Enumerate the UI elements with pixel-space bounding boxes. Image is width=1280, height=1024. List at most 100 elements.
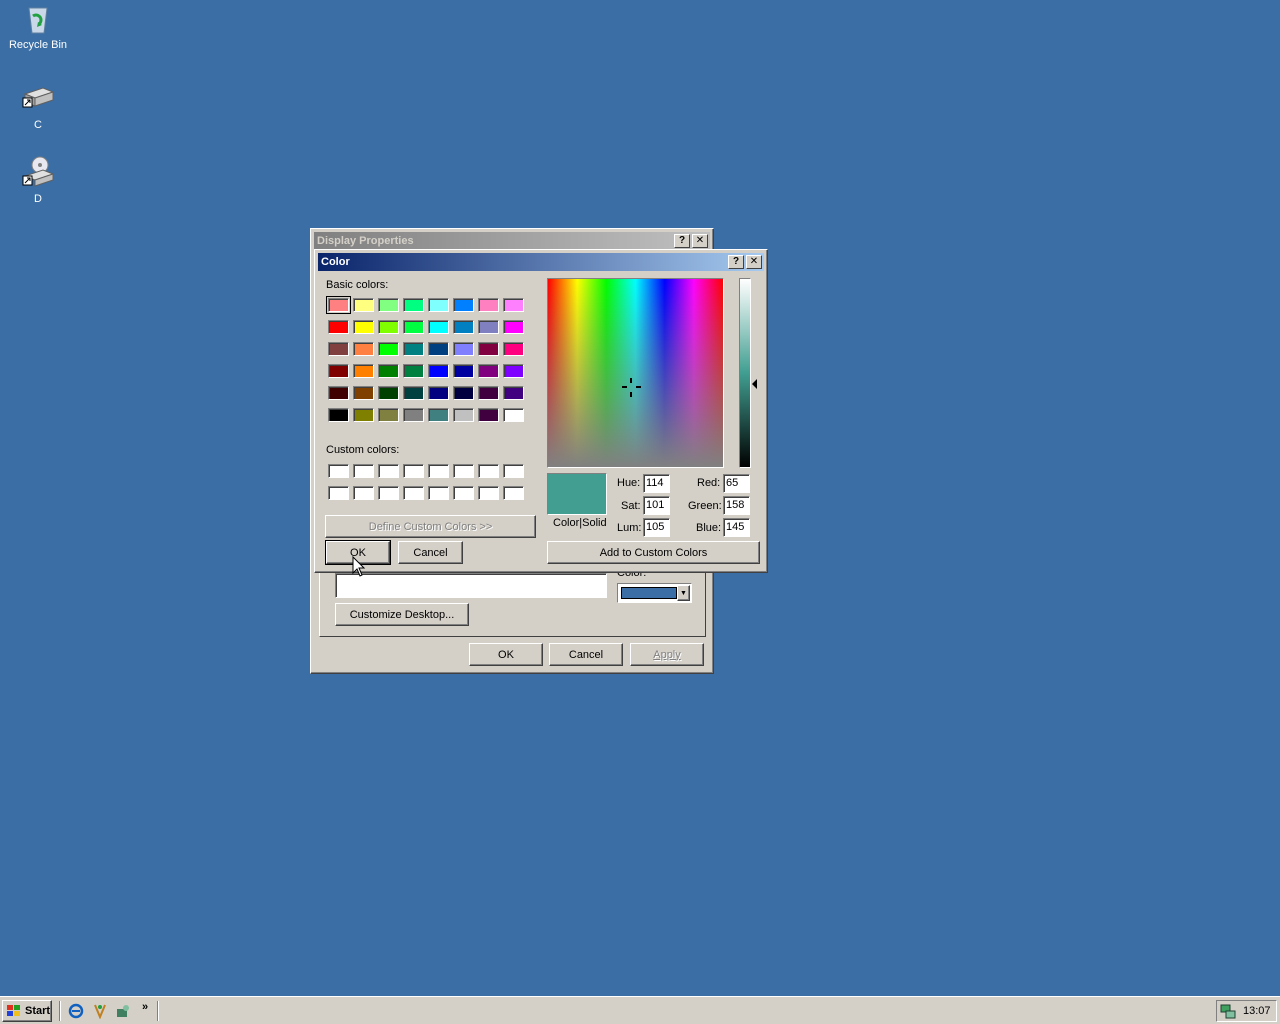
display-properties-titlebar[interactable]: Display Properties ? ✕ (314, 232, 710, 250)
custom-color-swatch[interactable] (403, 464, 424, 478)
ie-icon[interactable] (68, 1003, 84, 1019)
custom-color-swatch[interactable] (503, 464, 524, 478)
basic-color-swatch[interactable] (378, 408, 399, 422)
basic-color-swatch[interactable] (403, 386, 424, 400)
basic-color-swatch[interactable] (478, 408, 499, 422)
basic-color-swatch[interactable] (503, 386, 524, 400)
desktop-icon-c[interactable]: C (0, 82, 76, 131)
basic-color-swatch[interactable] (453, 342, 474, 356)
basic-color-swatch[interactable] (403, 364, 424, 378)
blue-field[interactable]: 145 (723, 518, 750, 537)
define-custom-colors-button[interactable]: Define Custom Colors >> (325, 515, 536, 538)
custom-color-swatch[interactable] (378, 464, 399, 478)
customize-desktop-button[interactable]: Customize Desktop... (335, 603, 469, 626)
basic-color-swatch[interactable] (378, 342, 399, 356)
custom-color-swatch[interactable] (428, 464, 449, 478)
color-dialog-titlebar[interactable]: Color ? ✕ (318, 253, 764, 271)
luminance-arrow-icon[interactable] (752, 379, 757, 389)
custom-color-swatch[interactable] (378, 486, 399, 500)
basic-color-swatch[interactable] (378, 386, 399, 400)
basic-color-swatch[interactable] (453, 298, 474, 312)
basic-color-swatch[interactable] (428, 320, 449, 334)
basic-color-swatch[interactable] (478, 320, 499, 334)
clock[interactable]: 13:07 (1243, 1005, 1271, 1017)
custom-color-swatch[interactable] (328, 486, 349, 500)
basic-color-swatch[interactable] (403, 342, 424, 356)
cancel-button[interactable]: Cancel (398, 541, 463, 564)
help-button[interactable]: ? (674, 234, 690, 248)
basic-color-swatch[interactable] (353, 408, 374, 422)
basic-color-swatch[interactable] (503, 298, 524, 312)
basic-color-swatch[interactable] (378, 320, 399, 334)
sat-field[interactable]: 101 (643, 496, 670, 515)
basic-color-swatch[interactable] (378, 364, 399, 378)
custom-color-swatch[interactable] (453, 486, 474, 500)
basic-color-swatch[interactable] (453, 320, 474, 334)
basic-color-swatch[interactable] (428, 298, 449, 312)
basic-color-swatch[interactable] (503, 408, 524, 422)
basic-color-swatch[interactable] (403, 408, 424, 422)
background-list-bottom[interactable] (335, 573, 607, 598)
desktop-icon-recycle-bin[interactable]: Recycle Bin (0, 2, 76, 51)
custom-color-swatch[interactable] (503, 486, 524, 500)
basic-color-swatch[interactable] (378, 298, 399, 312)
basic-color-swatch[interactable] (503, 320, 524, 334)
green-field[interactable]: 158 (723, 496, 750, 515)
help-button[interactable]: ? (728, 255, 744, 269)
window-title: Display Properties (317, 235, 414, 247)
basic-color-swatch[interactable] (453, 386, 474, 400)
start-button[interactable]: Start (2, 1000, 52, 1022)
basic-color-swatch[interactable] (478, 298, 499, 312)
basic-color-swatch[interactable] (328, 364, 349, 378)
color-spectrum[interactable] (547, 278, 724, 468)
basic-color-swatch[interactable] (326, 296, 351, 314)
basic-color-swatch[interactable] (353, 364, 374, 378)
outlook-icon[interactable] (92, 1003, 108, 1020)
close-button[interactable]: ✕ (746, 255, 762, 269)
custom-color-swatch[interactable] (428, 486, 449, 500)
red-field[interactable]: 65 (723, 474, 750, 493)
chevron-down-icon[interactable]: ▼ (677, 585, 690, 601)
cancel-button[interactable]: Cancel (549, 643, 623, 666)
basic-color-swatch[interactable] (328, 386, 349, 400)
custom-color-swatch[interactable] (478, 486, 499, 500)
custom-color-swatch[interactable] (328, 464, 349, 478)
basic-color-swatch[interactable] (503, 342, 524, 356)
desktop-icon-d[interactable]: D (0, 156, 76, 205)
basic-color-swatch[interactable] (403, 298, 424, 312)
basic-color-swatch[interactable] (453, 364, 474, 378)
quick-launch-chevron[interactable]: » (142, 1001, 148, 1013)
basic-color-swatch[interactable] (353, 298, 374, 312)
add-to-custom-colors-button[interactable]: Add to Custom Colors (547, 541, 760, 564)
lum-field[interactable]: 105 (643, 518, 670, 537)
apply-button[interactable]: Apply (630, 643, 704, 666)
basic-color-swatch[interactable] (428, 364, 449, 378)
basic-color-swatch[interactable] (503, 364, 524, 378)
basic-color-swatch[interactable] (353, 386, 374, 400)
color-picker-combo[interactable]: ▼ (617, 583, 692, 603)
basic-color-swatch[interactable] (403, 320, 424, 334)
luminance-slider[interactable] (739, 278, 751, 468)
basic-color-swatch[interactable] (428, 342, 449, 356)
basic-color-swatch[interactable] (478, 386, 499, 400)
tool-icon[interactable] (115, 1003, 131, 1019)
basic-color-swatch[interactable] (353, 320, 374, 334)
basic-color-swatch[interactable] (328, 342, 349, 356)
basic-color-swatch[interactable] (353, 342, 374, 356)
basic-color-swatch[interactable] (428, 386, 449, 400)
custom-color-swatch[interactable] (353, 486, 374, 500)
custom-color-swatch[interactable] (453, 464, 474, 478)
custom-color-swatch[interactable] (478, 464, 499, 478)
basic-color-swatch[interactable] (328, 408, 349, 422)
network-tray-icon[interactable] (1220, 1003, 1236, 1019)
custom-color-swatch[interactable] (403, 486, 424, 500)
basic-color-swatch[interactable] (478, 342, 499, 356)
ok-button[interactable]: OK (469, 643, 543, 666)
custom-color-swatch[interactable] (353, 464, 374, 478)
basic-color-swatch[interactable] (453, 408, 474, 422)
close-button[interactable]: ✕ (692, 234, 708, 248)
basic-color-swatch[interactable] (478, 364, 499, 378)
basic-color-swatch[interactable] (328, 320, 349, 334)
basic-color-swatch[interactable] (428, 408, 449, 422)
hue-field[interactable]: 114 (643, 474, 670, 493)
